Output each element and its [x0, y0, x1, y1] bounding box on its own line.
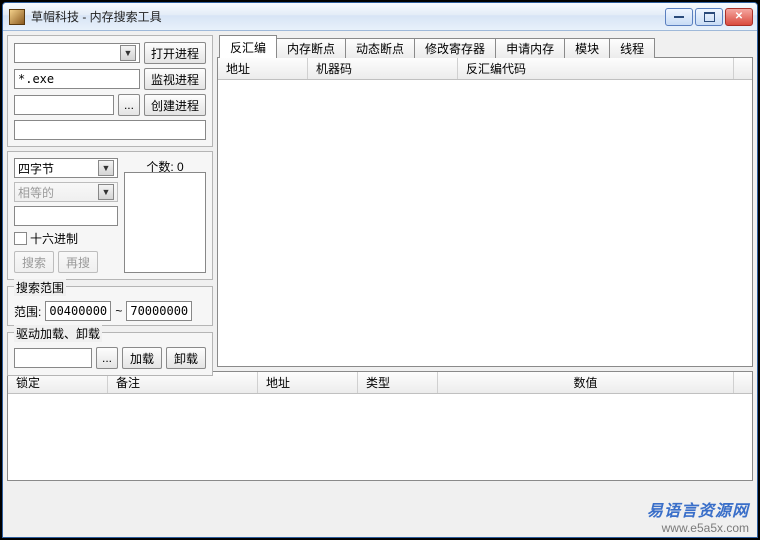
driver-unload-button[interactable]: 卸载 — [166, 347, 206, 369]
col-disasm[interactable]: 反汇编代码 — [458, 58, 734, 79]
window-title: 草帽科技 - 内存搜索工具 — [31, 8, 665, 25]
hex-checkbox[interactable] — [14, 232, 27, 245]
disasm-header-row: 地址 机器码 反汇编代码 — [218, 58, 752, 80]
tab-6[interactable]: 线程 — [609, 38, 655, 58]
tab-2[interactable]: 动态断点 — [345, 38, 415, 58]
driver-load-button[interactable]: 加载 — [122, 347, 162, 369]
watermark-line1: 易语言资源网 — [647, 497, 749, 521]
result-listbox[interactable] — [124, 172, 206, 273]
create-process-button[interactable]: 创建进程 — [144, 94, 206, 116]
minimize-button[interactable] — [665, 8, 693, 26]
monitor-process-button[interactable]: 监视进程 — [144, 68, 206, 90]
range-groupbox: 搜索范围 范围: 00400000 ~ 70000000 — [7, 286, 213, 326]
chevron-down-icon: ▼ — [98, 184, 114, 200]
disasm-grid-body[interactable] — [218, 80, 752, 366]
right-panel: 反汇编内存断点动态断点修改寄存器申请内存模块线程 地址 机器码 反汇编代码 — [217, 35, 753, 367]
range-to-input[interactable]: 70000000 — [126, 301, 192, 321]
browse-path-button[interactable]: ... — [118, 94, 140, 116]
maximize-button[interactable] — [695, 8, 723, 26]
tab-strip: 反汇编内存断点动态断点修改寄存器申请内存模块线程 — [217, 35, 753, 58]
watermark: 易语言资源网 www.e5a5x.com — [647, 497, 749, 535]
process-panel: ▼ 打开进程 *.exe 监视进程 ... 创建进程 — [7, 35, 213, 147]
range-legend: 搜索范围 — [14, 279, 66, 296]
col-spacer — [734, 58, 752, 79]
upper-area: ▼ 打开进程 *.exe 监视进程 ... 创建进程 — [7, 35, 753, 367]
col-spacer2 — [734, 372, 752, 393]
lower-grid-body[interactable] — [8, 394, 752, 480]
compare-combo: 相等的 ▼ — [14, 182, 118, 202]
search-button: 搜索 — [14, 251, 54, 273]
tab-5[interactable]: 模块 — [564, 38, 610, 58]
datatype-value: 四字节 — [18, 160, 54, 177]
client-area: ▼ 打开进程 *.exe 监视进程 ... 创建进程 — [3, 31, 757, 537]
titlebar[interactable]: 草帽科技 - 内存搜索工具 — [3, 3, 757, 31]
hex-checkbox-row[interactable]: 十六进制 — [14, 230, 118, 247]
range-separator: ~ — [115, 304, 122, 318]
app-window: 草帽科技 - 内存搜索工具 ▼ 打开进程 — [2, 2, 758, 538]
tab-0[interactable]: 反汇编 — [219, 35, 277, 58]
tab-4[interactable]: 申请内存 — [495, 38, 565, 58]
driver-groupbox: 驱动加载、卸载 ... 加载 卸载 — [7, 332, 213, 376]
exe-filter-input[interactable]: *.exe — [14, 69, 140, 89]
watermark-line2: www.e5a5x.com — [662, 521, 749, 535]
driver-legend: 驱动加载、卸载 — [14, 325, 102, 342]
col-value[interactable]: 数值 — [438, 372, 734, 393]
tab-3[interactable]: 修改寄存器 — [414, 38, 496, 58]
path-input[interactable] — [14, 95, 114, 115]
lower-grid: 锁定 备注 地址 类型 数值 — [7, 371, 753, 481]
col-opcode[interactable]: 机器码 — [308, 58, 458, 79]
compare-value: 相等的 — [18, 184, 54, 201]
process-combo[interactable]: ▼ — [14, 43, 140, 63]
col-addr[interactable]: 地址 — [218, 58, 308, 79]
extra-input[interactable] — [14, 120, 206, 140]
close-button[interactable] — [725, 8, 753, 26]
window-buttons — [665, 8, 753, 26]
left-column: ▼ 打开进程 *.exe 监视进程 ... 创建进程 — [7, 35, 213, 367]
search-panel: 四字节 ▼ 相等的 ▼ 十六进制 搜索 — [7, 151, 213, 280]
research-button: 再搜 — [58, 251, 98, 273]
driver-path-input[interactable] — [14, 348, 92, 368]
chevron-down-icon: ▼ — [120, 45, 136, 61]
col-addr2[interactable]: 地址 — [258, 372, 358, 393]
datatype-combo[interactable]: 四字节 ▼ — [14, 158, 118, 178]
hex-checkbox-label: 十六进制 — [30, 230, 78, 247]
tab-1[interactable]: 内存断点 — [276, 38, 346, 58]
result-count-label: 个数: 0 — [124, 158, 206, 172]
driver-browse-button[interactable]: ... — [96, 347, 118, 369]
open-process-button[interactable]: 打开进程 — [144, 42, 206, 64]
app-icon — [9, 9, 25, 25]
search-value-input[interactable] — [14, 206, 118, 226]
tab-pane: 地址 机器码 反汇编代码 — [217, 58, 753, 367]
col-type[interactable]: 类型 — [358, 372, 438, 393]
range-from-input[interactable]: 00400000 — [45, 301, 111, 321]
range-label: 范围: — [14, 303, 41, 320]
chevron-down-icon: ▼ — [98, 160, 114, 176]
